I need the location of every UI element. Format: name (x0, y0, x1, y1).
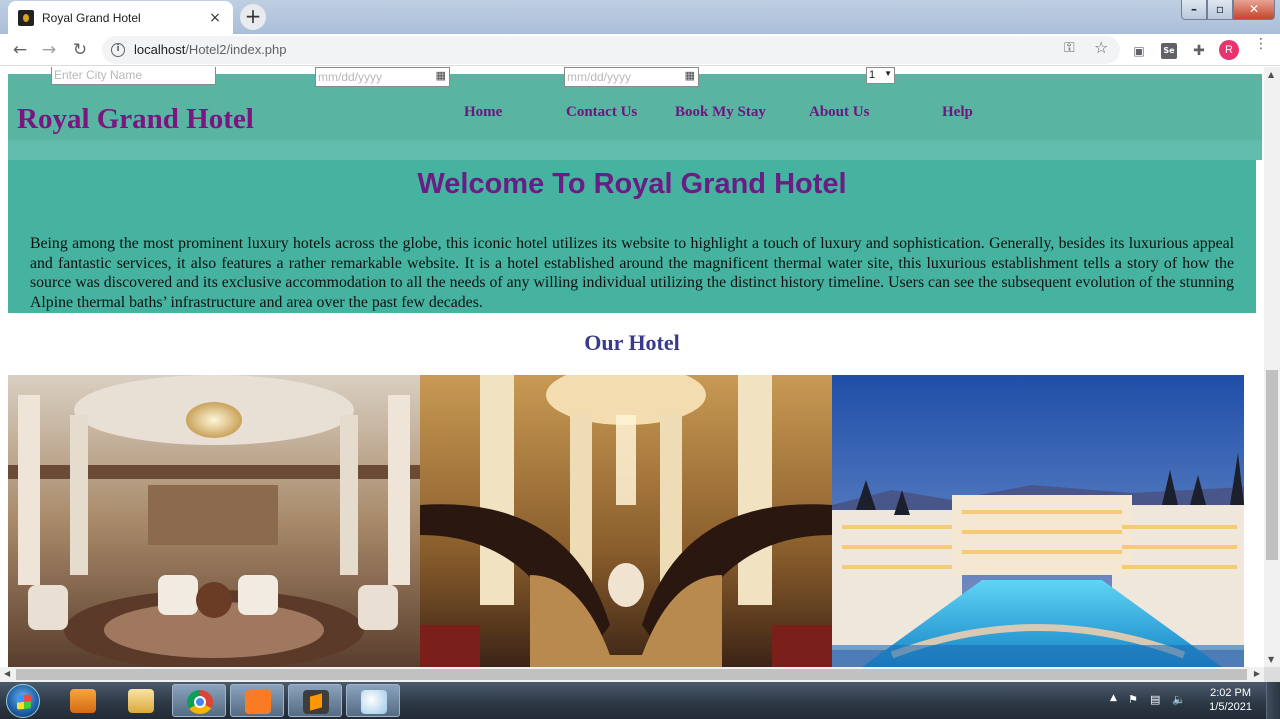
site-brand[interactable]: Royal Grand Hotel (17, 103, 254, 136)
taskbar-file-explorer[interactable] (114, 684, 168, 717)
clock-time: 2:02 PM (1210, 687, 1252, 699)
nav-about-us[interactable]: About Us (809, 104, 869, 121)
start-button[interactable] (6, 684, 40, 718)
guests-select[interactable]: 1 ▼ (866, 67, 895, 84)
minimize-button[interactable]: – (1181, 0, 1207, 20)
chevron-down-icon: ▼ (884, 69, 892, 78)
maximize-button[interactable]: ▫ (1207, 0, 1233, 20)
clock-date: 1/5/2021 (1209, 701, 1252, 713)
hotel-lobby-photo (8, 375, 420, 667)
media-player-icon (70, 689, 96, 713)
profile-avatar[interactable]: R (1219, 40, 1239, 60)
welcome-section: Welcome To Royal Grand Hotel Being among… (8, 160, 1256, 313)
welcome-text: Being among the most prominent luxury ho… (30, 235, 1234, 311)
scroll-left-icon[interactable]: ◀ (4, 669, 10, 678)
checkout-date-input[interactable]: mm/dd/yyyy ▦ (564, 67, 699, 87)
nav-contact-us[interactable]: Contact Us (566, 104, 637, 121)
vertical-scrollbar[interactable]: ▲ ▼ (1264, 67, 1280, 667)
welcome-heading: Welcome To Royal Grand Hotel (417, 168, 847, 200)
puzzle-icon[interactable]: ✚ (1191, 43, 1207, 59)
vertical-scroll-thumb[interactable] (1266, 370, 1278, 560)
scroll-right-icon[interactable]: ▶ (1254, 669, 1260, 678)
network-icon[interactable]: ▤ (1150, 693, 1160, 706)
info-icon[interactable]: i (111, 43, 125, 57)
scrollbar-corner (1264, 667, 1280, 682)
scroll-up-icon[interactable]: ▲ (1268, 70, 1274, 79)
tab-title: Royal Grand Hotel (42, 10, 141, 25)
flag-icon[interactable]: ⚑ (1128, 693, 1138, 706)
taskbar-paint[interactable] (346, 684, 400, 717)
menu-icon[interactable]: ⋮ (1254, 37, 1268, 51)
scroll-down-icon[interactable]: ▼ (1268, 655, 1274, 664)
url-text[interactable]: localhost/Hotel2/index.php (134, 42, 287, 57)
paint-icon (361, 690, 387, 714)
our-hotel-heading: Our Hotel (584, 330, 680, 355)
calendar-icon[interactable]: ▦ (685, 69, 695, 82)
taskbar-xampp[interactable] (230, 684, 284, 717)
camera-icon[interactable]: ▣ (1131, 43, 1147, 59)
tab-close-icon[interactable]: × (207, 10, 223, 26)
taskbar-media-player[interactable] (56, 684, 110, 717)
header-strip (8, 140, 1262, 160)
volume-icon[interactable]: 🔈 (1172, 693, 1186, 706)
back-icon[interactable]: ← (8, 38, 32, 62)
star-icon[interactable]: ☆ (1094, 38, 1108, 57)
sublime-text-icon (303, 690, 329, 714)
key-icon[interactable]: ⚿ (1064, 40, 1075, 56)
browser-tab[interactable]: Royal Grand Hotel × (8, 1, 233, 34)
horizontal-scrollbar[interactable]: ◀ ▶ (0, 667, 1264, 682)
page-viewport: Enter City Name mm/dd/yyyy ▦ mm/dd/yyyy ▦ … (0, 67, 1264, 667)
horizontal-scroll-thumb[interactable] (16, 669, 1247, 680)
chrome-icon (187, 690, 213, 714)
close-window-button[interactable]: ✕ (1233, 0, 1275, 20)
system-tray: ▲ ⚑ ▤ 🔈 (1110, 682, 1280, 719)
address-bar[interactable]: i localhost/Hotel2/index.php ⚿ ☆ (102, 36, 1120, 64)
forward-icon[interactable]: → (37, 38, 61, 62)
taskbar-chrome[interactable] (172, 684, 226, 717)
xampp-icon (245, 690, 271, 714)
taskbar-clock[interactable]: 2:02 PM 1/5/2021 (1209, 686, 1252, 714)
hotel-exterior-night-photo (832, 375, 1244, 667)
new-tab-button[interactable]: + (240, 4, 266, 30)
folder-icon (128, 689, 154, 713)
windows-taskbar: ▲ ⚑ ▤ 🔈 2:02 PM 1/5/2021 (0, 682, 1280, 719)
city-input[interactable]: Enter City Name (51, 67, 216, 85)
selenium-extension-icon[interactable]: Se (1161, 43, 1177, 59)
tray-arrow-icon[interactable]: ▲ (1110, 693, 1117, 703)
browser-toolbar: ← → ↻ i localhost/Hotel2/index.php ⚿ ☆ ▣… (0, 34, 1280, 66)
grand-staircase-photo (420, 375, 832, 667)
show-desktop-button[interactable] (1266, 682, 1280, 719)
nav-book-my-stay[interactable]: Book My Stay (675, 104, 766, 121)
nav-home[interactable]: Home (464, 104, 502, 121)
favicon-icon (18, 9, 34, 26)
nav-help[interactable]: Help (942, 104, 973, 121)
browser-titlebar: Royal Grand Hotel × + – ▫ ✕ (0, 0, 1280, 34)
reload-icon[interactable]: ↻ (68, 38, 92, 62)
taskbar-sublime[interactable] (288, 684, 342, 717)
checkin-date-input[interactable]: mm/dd/yyyy ▦ (315, 67, 450, 87)
calendar-icon[interactable]: ▦ (436, 69, 446, 82)
